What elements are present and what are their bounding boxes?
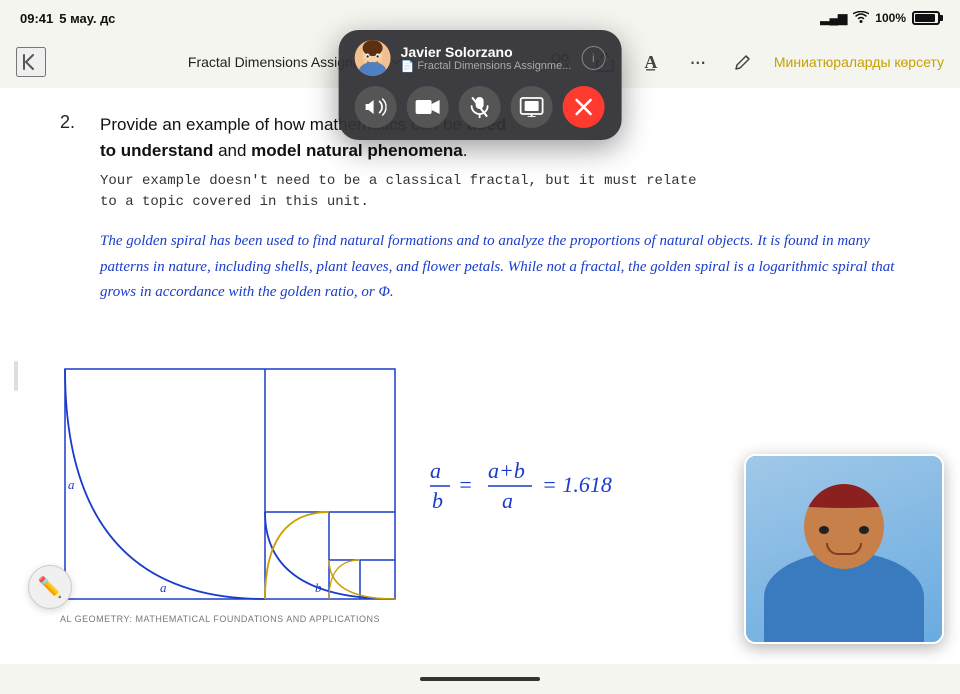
svg-text:=: = [458, 472, 473, 497]
svg-text:a: a [160, 580, 167, 595]
edit-icon[interactable] [728, 47, 758, 77]
pen-tool-button[interactable]: ✏️ [28, 565, 72, 609]
wifi-icon [853, 11, 869, 26]
video-button[interactable] [407, 86, 449, 128]
svg-text:a: a [430, 458, 441, 483]
more-options-icon[interactable]: ··· [682, 47, 712, 77]
collapse-button[interactable] [16, 47, 46, 77]
doc-icon: 📄 [401, 60, 415, 73]
svg-text:a+b: a+b [488, 458, 525, 483]
caller-avatar [355, 40, 391, 76]
question-subtext: Your example doesn't need to be a classi… [100, 171, 920, 213]
markup-icon[interactable]: A̲ [636, 47, 666, 77]
question-number: 2. [60, 112, 75, 133]
mute-button[interactable] [459, 86, 501, 128]
end-call-button[interactable] [563, 86, 605, 128]
svg-text:a: a [68, 477, 75, 492]
handwritten-answer: The golden spiral has been used to find … [100, 229, 920, 306]
caller-name: Javier Solorzano [401, 44, 572, 60]
side-handle[interactable] [14, 361, 18, 391]
camera-feed [744, 454, 944, 644]
svg-text:a: a [502, 488, 513, 513]
facetime-overlay: Javier Solorzano 📄 Fractal Dimensions As… [339, 30, 622, 140]
battery-icon [912, 11, 940, 25]
golden-spiral-diagram: a b a [60, 364, 400, 604]
battery-pct: 100% [875, 11, 906, 25]
date: 5 мау. дс [59, 11, 115, 26]
info-button[interactable]: i [581, 46, 605, 70]
svg-text:= 1.618: = 1.618 [542, 472, 612, 497]
signal-icon: ▂▄▆ [820, 11, 847, 25]
bottom-bar [0, 664, 960, 694]
golden-ratio-formula: a b = a+b a = 1.618 [430, 448, 710, 534]
time: 09:41 [20, 11, 53, 26]
caller-info: Javier Solorzano 📄 Fractal Dimensions As… [401, 44, 572, 73]
screen-share-button[interactable] [511, 86, 553, 128]
page-footer: AL GEOMETRY: MATHEMATICAL FOUNDATIONS AN… [60, 614, 380, 624]
svg-text:b: b [432, 488, 443, 513]
thumbnail-button[interactable]: Миниатюраларды көрсету [774, 54, 944, 70]
facetime-controls [355, 86, 606, 128]
doc-name: Fractal Dimensions Assignme... [417, 60, 571, 72]
speaker-button[interactable] [355, 86, 397, 128]
svg-text:b: b [315, 580, 322, 595]
caller-doc: 📄 Fractal Dimensions Assignme... [401, 60, 572, 73]
home-indicator [420, 677, 540, 681]
